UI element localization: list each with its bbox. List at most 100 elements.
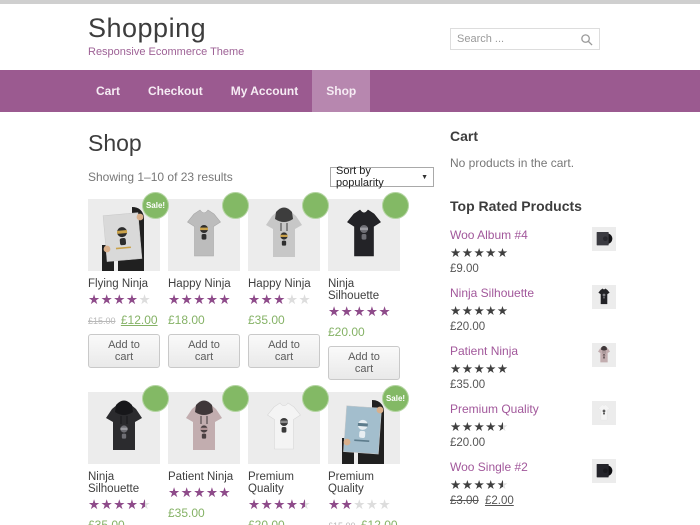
product-price: £20.00 (248, 518, 320, 525)
product-grid: Sale! Flying Ninja ★★★★★ £15.00 £12.00 A… (88, 199, 434, 525)
product-card: Ninja Silhouette ★★★★★★ £35.00 Add to ca… (88, 392, 160, 525)
star-rating: ★★★★★ (168, 290, 240, 309)
sort-dropdown-value: Sort by popularity (336, 165, 421, 189)
nav-item-cart[interactable]: Cart (82, 70, 134, 112)
nav-item-checkout[interactable]: Checkout (134, 70, 217, 112)
sale-badge: Sale! (382, 385, 409, 412)
star-rating: ★★★★★ (248, 290, 320, 309)
sale-badge (302, 385, 329, 412)
nav-item-my-account[interactable]: My Account (217, 70, 313, 112)
search-icon[interactable] (580, 33, 593, 46)
product-card: Patient Ninja ★★★★★ £35.00 Add to cart (168, 392, 240, 525)
product-card: Sale! Flying Ninja ★★★★★ £15.00 £12.00 A… (88, 199, 160, 380)
product-price: £35.00 (168, 506, 240, 520)
star-rating: ★★★★★ (450, 360, 586, 378)
product-card: Premium Quality ★★★★★★ £20.00 Add to car… (248, 392, 320, 525)
product-link[interactable]: Woo Album #4 (450, 228, 528, 242)
product-link[interactable]: Patient Ninja (450, 344, 518, 358)
product-price: £35.00 (450, 379, 586, 391)
page-title: Shop (88, 130, 434, 157)
add-to-cart-button[interactable]: Add to cart (248, 334, 320, 368)
star-rating: ★★★★★★ (88, 495, 160, 514)
product-title[interactable]: Premium Quality (328, 471, 400, 495)
top-rated-item: Patient Ninja ★★★★★ £35.00 (450, 342, 616, 391)
old-price: £15.00 (328, 521, 356, 525)
product-thumbnail[interactable] (592, 343, 616, 367)
top-rated-item: Ninja Silhouette ★★★★★ £20.00 (450, 284, 616, 333)
current-price: £35.00 (450, 379, 485, 391)
product-title[interactable]: Ninja Silhouette (328, 278, 400, 302)
product-link[interactable]: Ninja Silhouette (450, 286, 534, 300)
sort-dropdown[interactable]: Sort by popularity ▼ (330, 167, 434, 187)
product-thumbnail[interactable] (592, 459, 616, 483)
product-image[interactable] (88, 392, 160, 464)
product-price: £15.00 £12.00 (328, 518, 400, 525)
cart-widget: Cart No products in the cart. (450, 128, 616, 170)
results-count: Showing 1–10 of 23 results (88, 170, 233, 184)
product-price: £20.00 (450, 321, 586, 333)
product-thumbnail[interactable] (592, 401, 616, 425)
add-to-cart-button[interactable]: Add to cart (168, 334, 240, 368)
site-tagline: Responsive Ecommerce Theme (88, 46, 244, 58)
product-image[interactable] (168, 199, 240, 271)
product-card: Happy Ninja ★★★★★ £35.00 Add to cart (248, 199, 320, 380)
product-price: £20.00 (450, 437, 586, 449)
search-box (450, 28, 600, 50)
product-image[interactable] (248, 392, 320, 464)
product-title[interactable]: Premium Quality (248, 471, 320, 495)
top-rated-widget: Top Rated Products Woo Album #4 ★★★★★ £9… (450, 198, 616, 507)
product-image[interactable] (248, 199, 320, 271)
old-price: £15.00 (88, 316, 116, 326)
site-title[interactable]: Shopping (88, 13, 244, 44)
product-title[interactable]: Happy Ninja (168, 278, 240, 290)
current-price: £35.00 (88, 518, 125, 525)
star-rating: ★★★★★ (450, 244, 586, 262)
nav-item-shop[interactable]: Shop (312, 70, 370, 112)
product-image[interactable] (328, 199, 400, 271)
sale-badge (302, 192, 329, 219)
product-image[interactable]: Sale! (88, 199, 160, 271)
product-title[interactable]: Patient Ninja (168, 471, 240, 483)
main-column: Shop Showing 1–10 of 23 results Sort by … (88, 112, 434, 525)
main-navigation: Cart Checkout My Account Shop (0, 70, 700, 112)
sale-badge: Sale! (142, 192, 169, 219)
cart-empty-message: No products in the cart. (450, 156, 616, 170)
product-link[interactable]: Woo Single #2 (450, 460, 528, 474)
current-price: £9.00 (450, 263, 479, 275)
star-rating: ★★★★★★ (450, 476, 586, 494)
product-price: £20.00 (328, 325, 400, 339)
current-price: £12.00 (361, 518, 398, 525)
results-row: Showing 1–10 of 23 results Sort by popul… (88, 167, 434, 187)
product-title[interactable]: Flying Ninja (88, 278, 160, 290)
current-price: £20.00 (248, 518, 285, 525)
star-rating: ★★★★★ (328, 302, 400, 321)
sidebar: Cart No products in the cart. Top Rated … (450, 112, 616, 525)
product-link[interactable]: Premium Quality (450, 402, 539, 416)
top-rated-item: Woo Album #4 ★★★★★ £9.00 (450, 226, 616, 275)
star-rating: ★★★★★ (88, 290, 160, 309)
product-price: £15.00 £12.00 (88, 313, 160, 327)
current-price: £20.00 (328, 325, 365, 339)
site-header: Shopping Responsive Ecommerce Theme (0, 4, 700, 70)
product-price: £3.00 £2.00 (450, 495, 586, 507)
add-to-cart-button[interactable]: Add to cart (88, 334, 160, 368)
star-rating: ★★★★★ (450, 302, 586, 320)
product-image[interactable]: Sale! (328, 392, 400, 464)
top-rated-item: Woo Single #2 ★★★★★★ £3.00 £2.00 (450, 458, 616, 507)
cart-widget-title: Cart (450, 128, 616, 144)
sale-badge (142, 385, 169, 412)
top-rated-list: Woo Album #4 ★★★★★ £9.00 Ninja Silhouett… (450, 226, 616, 507)
search-input[interactable] (457, 33, 580, 45)
product-title[interactable]: Ninja Silhouette (88, 471, 160, 495)
product-card: Happy Ninja ★★★★★ £18.00 Add to cart (168, 199, 240, 380)
star-rating: ★★★★★★ (248, 495, 320, 514)
product-title[interactable]: Happy Ninja (248, 278, 320, 290)
sale-badge (382, 192, 409, 219)
product-image[interactable] (168, 392, 240, 464)
product-price: £18.00 (168, 313, 240, 327)
product-thumbnail[interactable] (592, 285, 616, 309)
product-thumbnail[interactable] (592, 227, 616, 251)
chevron-down-icon: ▼ (421, 174, 428, 181)
add-to-cart-button[interactable]: Add to cart (328, 346, 400, 380)
top-rated-item: Premium Quality ★★★★★★ £20.00 (450, 400, 616, 449)
